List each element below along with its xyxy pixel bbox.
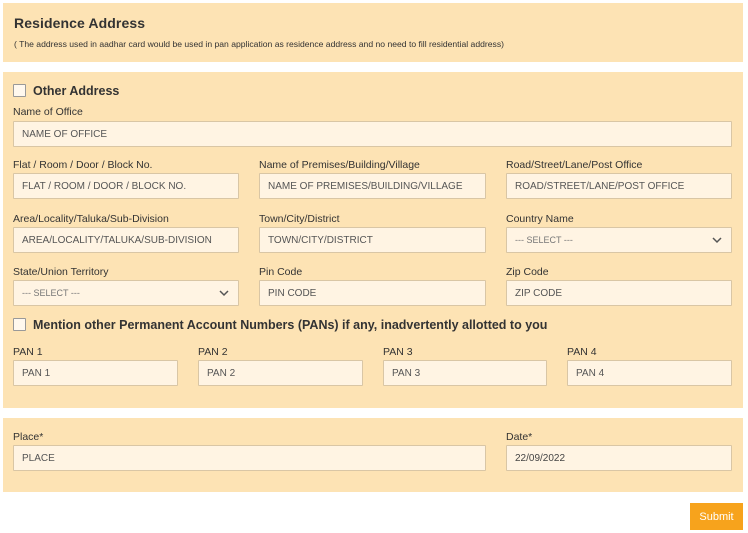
- place-label: Place*: [13, 431, 44, 443]
- pan-2-label: PAN 2: [198, 346, 228, 358]
- pan-3-input[interactable]: [383, 360, 547, 386]
- town-input[interactable]: [259, 227, 486, 253]
- area-label: Area/Locality/Taluka/Sub-Division: [13, 213, 169, 225]
- pin-code-input[interactable]: [259, 280, 486, 306]
- place-date-panel: Place* Date*: [3, 418, 743, 492]
- other-pans-checkbox[interactable]: [13, 318, 26, 331]
- area-input[interactable]: [13, 227, 239, 253]
- office-name-input[interactable]: [13, 121, 732, 147]
- flat-input[interactable]: [13, 173, 239, 199]
- place-input[interactable]: [13, 445, 486, 471]
- road-input[interactable]: [506, 173, 732, 199]
- other-address-panel: Other Address Name of Office Flat / Room…: [3, 72, 743, 408]
- pan-2-input[interactable]: [198, 360, 363, 386]
- residence-address-panel: Residence Address ( The address used in …: [3, 3, 743, 62]
- flat-label: Flat / Room / Door / Block No.: [13, 159, 153, 171]
- pan-1-label: PAN 1: [13, 346, 43, 358]
- country-select[interactable]: --- SELECT ---: [506, 227, 732, 253]
- other-address-checkbox[interactable]: [13, 84, 26, 97]
- residence-address-note: ( The address used in aadhar card would …: [14, 39, 504, 49]
- country-label: Country Name: [506, 213, 574, 225]
- town-label: Town/City/District: [259, 213, 340, 225]
- pan-3-label: PAN 3: [383, 346, 413, 358]
- chevron-down-icon: [219, 290, 229, 297]
- residence-address-title: Residence Address: [14, 15, 146, 31]
- other-pans-label: Mention other Permanent Account Numbers …: [33, 318, 548, 332]
- state-select[interactable]: --- SELECT ---: [13, 280, 239, 306]
- pan-4-input[interactable]: [567, 360, 732, 386]
- zip-code-input[interactable]: [506, 280, 732, 306]
- submit-button[interactable]: Submit: [690, 503, 743, 530]
- pan-4-label: PAN 4: [567, 346, 597, 358]
- chevron-down-icon: [712, 237, 722, 244]
- premises-label: Name of Premises/Building/Village: [259, 159, 420, 171]
- state-label: State/Union Territory: [13, 266, 109, 278]
- pan-1-input[interactable]: [13, 360, 178, 386]
- country-selected-value: --- SELECT ---: [515, 235, 573, 245]
- other-address-label: Other Address: [33, 84, 120, 98]
- zip-code-label: Zip Code: [506, 266, 549, 278]
- state-selected-value: --- SELECT ---: [22, 288, 80, 298]
- date-label: Date*: [506, 431, 533, 443]
- pin-code-label: Pin Code: [259, 266, 303, 278]
- office-name-label: Name of Office: [13, 106, 83, 118]
- road-label: Road/Street/Lane/Post Office: [506, 159, 643, 171]
- date-input[interactable]: [506, 445, 732, 471]
- premises-input[interactable]: [259, 173, 486, 199]
